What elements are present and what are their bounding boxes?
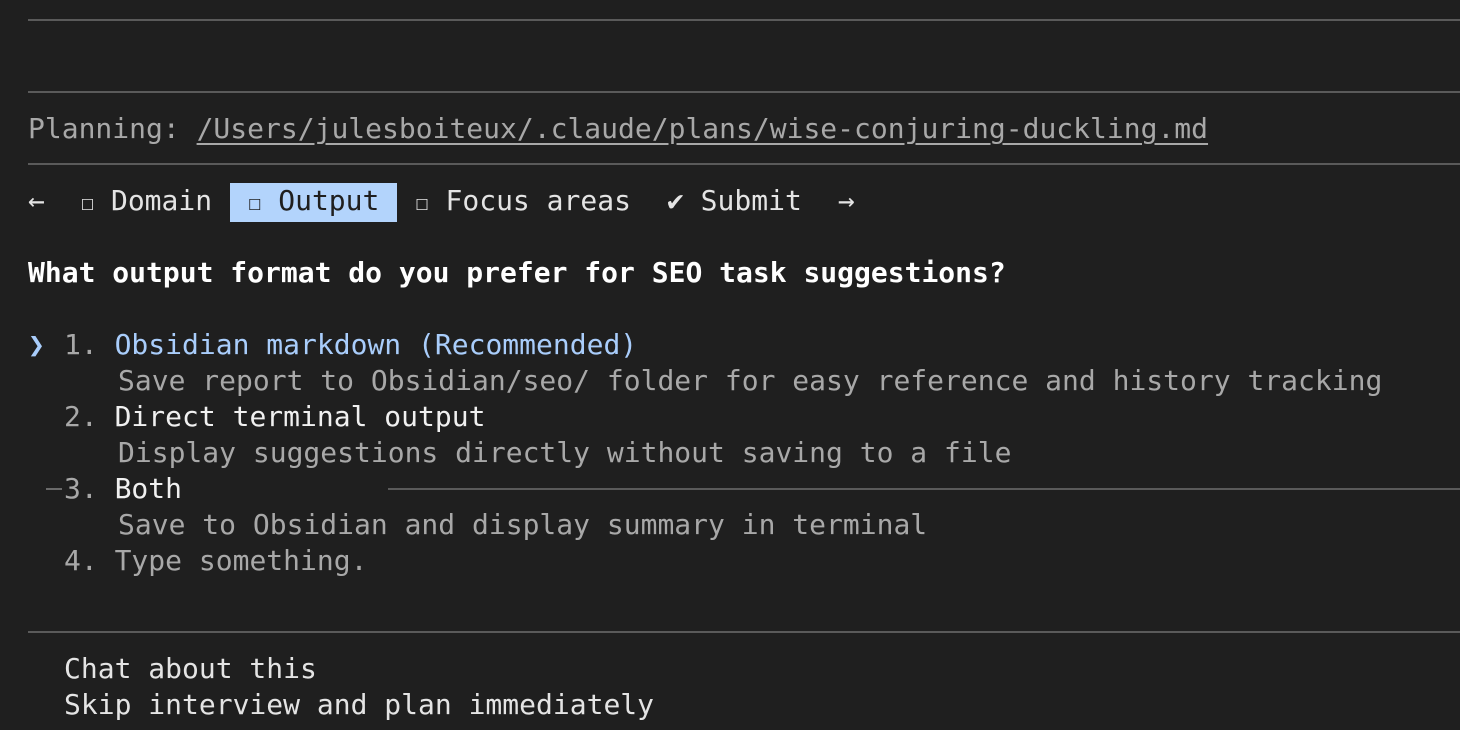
option-4[interactable]: 4. Type something. xyxy=(28,543,367,579)
option-1-description: Save report to Obsidian/seo/ folder for … xyxy=(118,364,1383,397)
header-divider xyxy=(28,91,1460,93)
option-number: 1. xyxy=(64,328,98,361)
option-label: Direct terminal output xyxy=(114,400,486,433)
top-divider xyxy=(28,19,1460,21)
option-3[interactable]: 3. Both xyxy=(28,471,182,507)
option-number: 4. xyxy=(64,544,98,577)
tab-label: Domain xyxy=(110,184,213,217)
checkbox-empty-icon: ☐ xyxy=(248,191,262,216)
option-2-description: Display suggestions directly without sav… xyxy=(118,436,1012,469)
planning-line: Planning: /Users/julesboiteux/.claude/pl… xyxy=(28,111,1208,147)
tab-focus-areas[interactable]: ☐ Focus areas xyxy=(397,183,649,222)
tab-submit[interactable]: ✔ Submit xyxy=(649,183,820,219)
option-label: Type something. xyxy=(114,544,368,577)
option-number: 3. xyxy=(64,472,98,505)
tab-label: Output xyxy=(278,184,380,217)
tab-label: Focus areas xyxy=(445,184,631,217)
checkmark-icon: ✔ xyxy=(666,184,684,217)
tab-label: Submit xyxy=(700,184,802,217)
option-label: Obsidian markdown (Recommended) xyxy=(114,328,638,361)
plan-file-link[interactable]: /Users/julesboiteux/.claude/plans/wise-c… xyxy=(197,112,1208,145)
prev-tab-arrow-icon[interactable]: ← xyxy=(28,183,63,219)
option-label: Both xyxy=(114,472,183,505)
option-3-description: Save to Obsidian and display summary in … xyxy=(118,508,928,541)
skip-interview-option[interactable]: Skip interview and plan immediately xyxy=(64,687,654,723)
option-number: 2. xyxy=(64,400,98,433)
planning-divider xyxy=(28,163,1460,165)
option-1[interactable]: ❯ 1. Obsidian markdown (Recommended) xyxy=(28,327,637,363)
question-tabs: ← ☐ Domain ☐ Output ☐ Focus areas ✔ Submit → xyxy=(28,183,855,222)
selection-cursor-icon: ❯ xyxy=(28,328,45,361)
chat-about-this-option[interactable]: Chat about this xyxy=(64,651,317,687)
checkbox-empty-icon: ☐ xyxy=(415,191,429,216)
option-2[interactable]: 2. Direct terminal output xyxy=(28,399,485,435)
tab-output[interactable]: ☐ Output xyxy=(230,183,398,222)
footer-divider xyxy=(28,631,1460,633)
next-tab-arrow-icon[interactable]: → xyxy=(820,183,855,219)
tab-domain[interactable]: ☐ Domain xyxy=(63,183,230,222)
planning-prefix: Planning: xyxy=(28,112,197,145)
question-text: What output format do you prefer for SEO… xyxy=(28,256,1006,289)
checkbox-empty-icon: ☐ xyxy=(80,191,95,216)
option-3-rule-right xyxy=(388,488,1460,490)
